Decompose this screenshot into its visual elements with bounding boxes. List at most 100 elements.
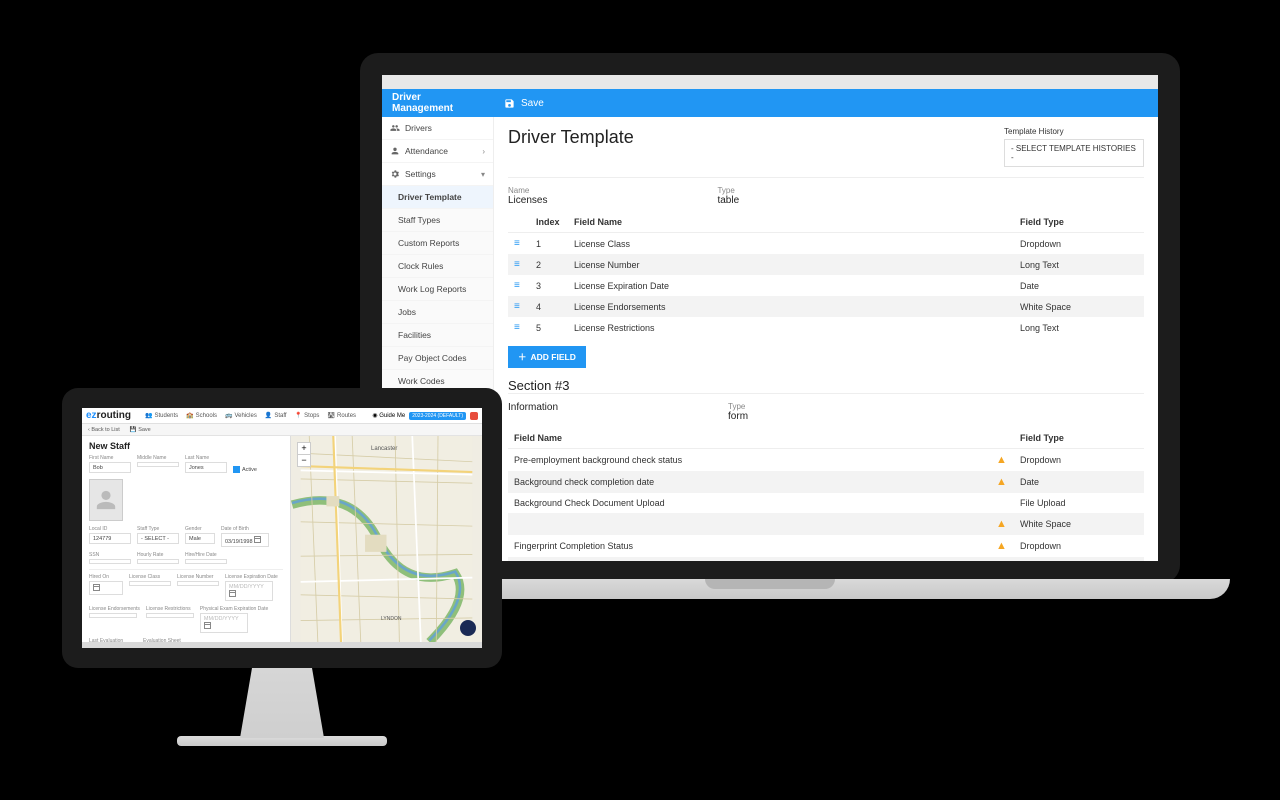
first-name-input[interactable]: Bob: [89, 462, 131, 473]
sidebar-item-settings[interactable]: Settings ▾: [382, 163, 493, 186]
section3-name-value: Information: [508, 402, 558, 413]
license-exp-input[interactable]: MM/DD/YYYY: [225, 581, 273, 601]
section-3-title: Section #3: [508, 378, 1144, 393]
ssn-input[interactable]: [89, 559, 131, 564]
restrictions-input[interactable]: [146, 613, 194, 618]
plus-icon: ＋: [518, 351, 527, 363]
sidebar-sub-facilities[interactable]: Facilities: [382, 324, 493, 347]
table-row[interactable]: Pre-employment background check status▲D…: [508, 449, 1144, 472]
drag-handle-icon[interactable]: ≡: [508, 233, 530, 255]
save-icon: [504, 98, 515, 109]
top-nav: ezrouting 👥Students 🏫Schools 🚌Vehicles 👤…: [82, 408, 482, 424]
sidebar-sub-custom-reports[interactable]: Custom Reports: [382, 232, 493, 255]
nav-staff[interactable]: 👤Staff: [265, 412, 287, 419]
middle-name-input[interactable]: [137, 462, 179, 467]
sidebar-sub-pay-object-codes[interactable]: Pay Object Codes: [382, 347, 493, 370]
zoom-control: + −: [297, 442, 311, 467]
form-title: New Staff: [89, 441, 283, 451]
staff-type-select[interactable]: - SELECT -: [137, 533, 179, 544]
local-id-input[interactable]: 124779: [89, 533, 131, 544]
save-button[interactable]: 💾 Save: [130, 427, 151, 433]
calendar-icon: [254, 536, 261, 543]
sidebar-sub-jobs[interactable]: Jobs: [382, 301, 493, 324]
app-title: Driver Management: [392, 92, 484, 114]
table-row[interactable]: ▲White Space: [508, 513, 1144, 535]
warning-icon: ▲: [990, 449, 1014, 472]
section3-type-label: Type: [728, 402, 748, 411]
template-history-label: Template History: [1004, 127, 1144, 136]
chevron-right-icon: ›: [482, 147, 485, 156]
col-field-type: Field Type: [1014, 212, 1144, 233]
person-icon: [95, 489, 117, 511]
table-row[interactable]: ≡3License Expiration DateDate: [508, 275, 1144, 296]
nav-schools[interactable]: 🏫Schools: [186, 412, 217, 419]
page-title: Driver Template: [508, 127, 634, 148]
sidebar-item-attendance[interactable]: Attendance ›: [382, 140, 493, 163]
back-to-list-button[interactable]: ‹ Back to List: [88, 427, 120, 433]
guide-me-button[interactable]: ◉ Guide Me: [372, 412, 405, 419]
zoom-in-button[interactable]: +: [298, 443, 310, 455]
gender-select[interactable]: Male: [185, 533, 215, 544]
add-field-button[interactable]: ＋ADD FIELD: [508, 346, 586, 368]
nav-routes[interactable]: 🛣Routes: [327, 412, 356, 419]
drag-handle-icon[interactable]: ≡: [508, 296, 530, 317]
staff-form: New Staff First NameBob Middle Name Last…: [82, 436, 290, 642]
nav-stops[interactable]: 📍Stops: [295, 412, 320, 419]
table-row[interactable]: Background Check Document UploadFile Upl…: [508, 493, 1144, 513]
section-licenses: Name Licenses Type table Index Field Nam…: [508, 177, 1144, 368]
user-menu-icon[interactable]: [470, 412, 478, 420]
col-field-name: Field Name: [508, 428, 990, 449]
hired-on-input[interactable]: [89, 581, 123, 595]
gear-icon: [390, 169, 400, 179]
avatar-placeholder[interactable]: [89, 479, 123, 521]
warning-icon: ▲: [990, 513, 1014, 535]
logo: ezrouting: [86, 410, 131, 421]
drag-handle-icon[interactable]: ≡: [508, 275, 530, 296]
section-info: Information Type form Field Name Field T…: [508, 393, 1144, 561]
main-content: Driver Template Template History - SELEC…: [494, 117, 1158, 561]
physical-exp-input[interactable]: MM/DD/YYYY: [200, 613, 248, 633]
people-alt-icon: [390, 146, 400, 156]
template-history-select[interactable]: - SELECT TEMPLATE HISTORIES -: [1004, 139, 1144, 167]
map-panel[interactable]: Lancaster LYNDON + −: [290, 436, 482, 642]
warning-icon: ▲: [990, 471, 1014, 493]
locate-button[interactable]: [460, 620, 476, 636]
dob-input[interactable]: 03/19/1998: [221, 533, 269, 547]
sidebar-sub-worklog-reports[interactable]: Work Log Reports: [382, 278, 493, 301]
hourly-rate-input[interactable]: [137, 559, 179, 564]
name-value: Licenses: [508, 195, 547, 206]
sidebar-sub-staff-types[interactable]: Staff Types: [382, 209, 493, 232]
sidebar-sub-driver-template[interactable]: Driver Template: [382, 186, 493, 209]
save-button[interactable]: Save: [521, 98, 544, 109]
table-row[interactable]: ≡5License RestrictionsLong Text: [508, 317, 1144, 338]
table-row[interactable]: ≡2License NumberLong Text: [508, 254, 1144, 275]
chevron-down-icon: ▾: [481, 170, 485, 179]
people-icon: [390, 123, 400, 133]
section3-type-value: form: [728, 411, 748, 422]
sidebar-label: Settings: [405, 169, 436, 179]
table-row[interactable]: ≡1License ClassDropdown: [508, 233, 1144, 255]
nav-students[interactable]: 👥Students: [145, 412, 178, 419]
sidebar-sub-clock-rules[interactable]: Clock Rules: [382, 255, 493, 278]
drag-handle-icon[interactable]: ≡: [508, 317, 530, 338]
license-class-input[interactable]: [129, 581, 171, 586]
sidebar-item-drivers[interactable]: Drivers: [382, 117, 493, 140]
calendar-icon: [93, 584, 100, 591]
info-table: Field Name Field Type Pre-employment bac…: [508, 428, 1144, 561]
zoom-out-button[interactable]: −: [298, 455, 310, 466]
table-row[interactable]: Fingerprint Document UploadFile Upload: [508, 557, 1144, 561]
drag-handle-icon[interactable]: ≡: [508, 254, 530, 275]
last-name-input[interactable]: Jones: [185, 462, 227, 473]
hire-date-input[interactable]: [185, 559, 227, 564]
school-year-badge[interactable]: 2023-2024 (DEFAULT): [409, 412, 466, 420]
table-row[interactable]: Fingerprint Completion Status▲Dropdown: [508, 535, 1144, 557]
table-row[interactable]: ≡4License EndorsementsWhite Space: [508, 296, 1144, 317]
app-title-bar: Driver Management: [382, 89, 494, 117]
table-row[interactable]: Background check completion date▲Date: [508, 471, 1144, 493]
nav-vehicles[interactable]: 🚌Vehicles: [225, 412, 257, 419]
sidebar-label: Attendance: [405, 146, 448, 156]
endorsements-input[interactable]: [89, 613, 137, 618]
licenses-table: Index Field Name Field Type ≡1License Cl…: [508, 212, 1144, 338]
active-checkbox[interactable]: Active: [233, 466, 257, 473]
license-number-input[interactable]: [177, 581, 219, 586]
